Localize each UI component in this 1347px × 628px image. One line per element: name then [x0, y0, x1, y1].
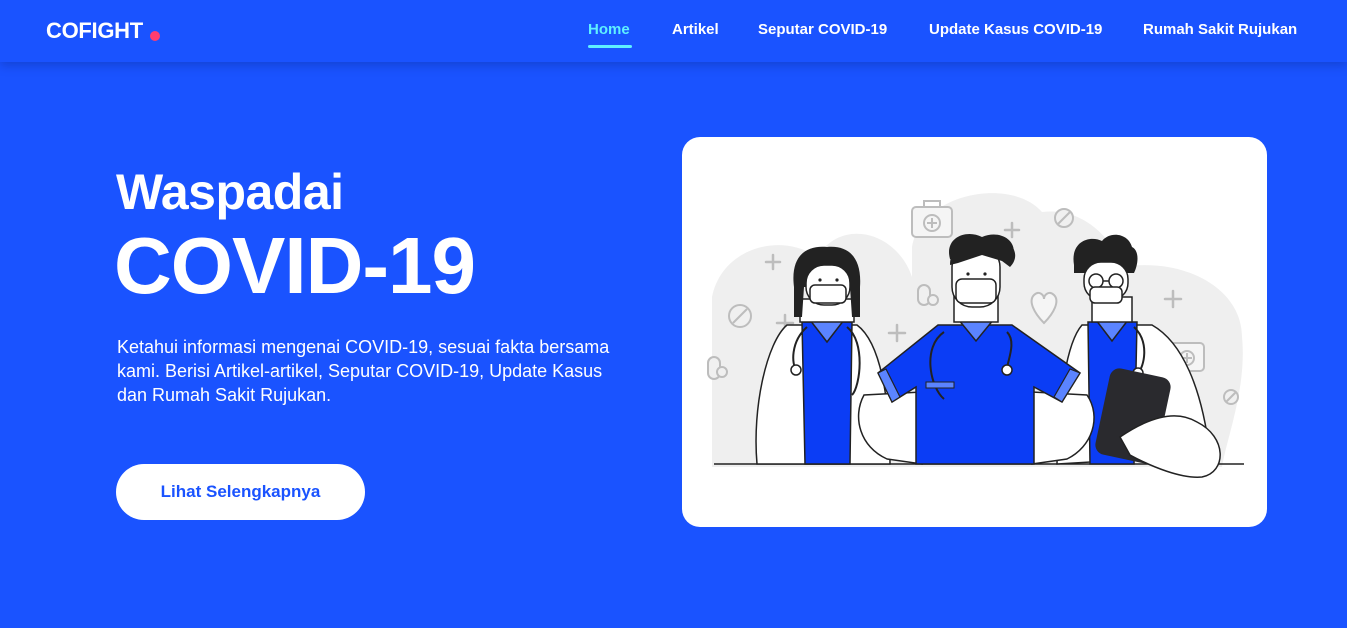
- hero-title-line-1: Waspadai: [116, 164, 344, 220]
- main-nav: Home Artikel Seputar COVID-19 Update Kas…: [0, 21, 1347, 51]
- nav-link-rumah-sakit[interactable]: Rumah Sakit Rujukan: [1143, 21, 1297, 38]
- hero-description: Ketahui informasi mengenai COVID-19, ses…: [117, 337, 610, 405]
- nav-link-home[interactable]: Home: [588, 21, 630, 38]
- nav-link-update-kasus[interactable]: Update Kasus COVID-19: [929, 21, 1102, 38]
- hero-illustration-card: [682, 137, 1267, 527]
- nav-link-artikel[interactable]: Artikel: [672, 21, 719, 38]
- navbar: COFIGHT Home Artikel Seputar COVID-19 Up…: [0, 0, 1347, 62]
- medical-kit-icon: [911, 200, 953, 238]
- nav-link-seputar-covid[interactable]: Seputar COVID-19: [758, 21, 887, 38]
- doctors-illustration: [707, 193, 1244, 478]
- see-more-button[interactable]: Lihat Selengkapnya: [116, 464, 365, 520]
- hero-title-line-2: COVID-19: [114, 221, 476, 310]
- nav-active-indicator: [588, 45, 632, 48]
